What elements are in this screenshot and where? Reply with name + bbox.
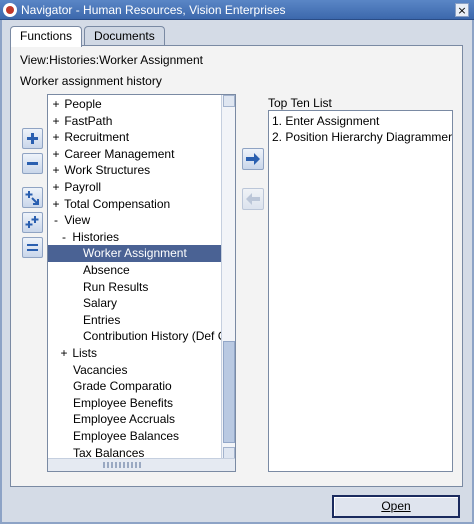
tree-item-grade-comparatio[interactable]: Grade Comparatio [48, 378, 222, 395]
oracle-app-icon [3, 2, 17, 17]
arrow-right-icon [246, 153, 260, 165]
tree-item-career-management[interactable]: + Career Management [48, 146, 222, 163]
remove-from-top-ten-button[interactable] [242, 188, 264, 210]
scroll-grip-icon[interactable] [103, 462, 143, 468]
tree-item-absence[interactable]: Absence [48, 262, 222, 279]
tree-item-people[interactable]: + People [48, 96, 222, 113]
expand-all-icon [25, 216, 39, 228]
expand-all-button[interactable] [22, 212, 43, 233]
collapse-all-icon [27, 244, 38, 251]
tree-item-employee-benefits[interactable]: Employee Benefits [48, 395, 222, 412]
top-ten-list[interactable]: 1. Enter Assignment 2. Position Hierarch… [268, 110, 453, 472]
tab-documents[interactable]: Documents [84, 26, 165, 46]
close-icon[interactable]: × [455, 3, 469, 17]
tree-item-employee-accruals[interactable]: Employee Accruals [48, 411, 222, 428]
tree-item-payroll[interactable]: + Payroll [48, 179, 222, 196]
tab-functions[interactable]: Functions [10, 26, 83, 47]
tree-vertical-scrollbar[interactable] [221, 95, 235, 459]
tree-item-contribution-history[interactable]: Contribution History (Def Con [48, 328, 222, 345]
tree-item-fastpath[interactable]: + FastPath [48, 113, 222, 130]
plus-icon [27, 133, 38, 144]
tree-item-recruitment[interactable]: + Recruitment [48, 129, 222, 146]
tree-item-entries[interactable]: Entries [48, 312, 222, 329]
top-ten-item-enter-assignment[interactable]: 1. Enter Assignment [272, 113, 379, 129]
scroll-thumb[interactable] [223, 341, 235, 443]
collapse-button[interactable] [22, 153, 43, 174]
tree-item-employee-balances[interactable]: Employee Balances [48, 428, 222, 445]
tree-item-work-structures[interactable]: + Work Structures [48, 162, 222, 179]
expand-button[interactable] [22, 128, 43, 149]
tree-horizontal-scrollbar[interactable] [48, 458, 235, 471]
open-button[interactable]: Open [332, 495, 460, 518]
title-bar: Navigator - Human Resources, Vision Ente… [0, 0, 474, 20]
tree-item-salary[interactable]: Salary [48, 295, 222, 312]
tree-list: + People + FastPath + Recruitment + Care… [48, 95, 222, 459]
view-path-label: View:Histories:Worker Assignment [20, 53, 203, 67]
tree-item-tax-balances[interactable]: Tax Balances [48, 445, 222, 459]
function-tree[interactable]: + People + FastPath + Recruitment + Care… [47, 94, 236, 472]
expand-branch-icon [25, 191, 39, 205]
tree-item-vacancies[interactable]: Vacancies [48, 362, 222, 379]
top-ten-label: Top Ten List [268, 96, 332, 110]
add-to-top-ten-button[interactable] [242, 148, 264, 170]
expand-branch-button[interactable] [22, 187, 43, 208]
tree-item-histories[interactable]: - Histories [48, 229, 222, 246]
tab-strip: Functions Documents [10, 26, 167, 47]
scroll-up-icon[interactable] [223, 95, 235, 107]
window-title: Navigator - Human Resources, Vision Ente… [21, 2, 286, 17]
minus-icon [27, 162, 38, 165]
open-button-label: Open [381, 499, 411, 513]
top-ten-item-position-hierarchy[interactable]: 2. Position Hierarchy Diagrammer [272, 129, 452, 145]
arrow-left-icon [246, 193, 260, 205]
tree-item-view[interactable]: - View [48, 212, 222, 229]
tree-item-total-compensation[interactable]: + Total Compensation [48, 196, 222, 213]
tree-item-run-results[interactable]: Run Results [48, 279, 222, 296]
tree-item-worker-assignment[interactable]: Worker Assignment [48, 245, 222, 262]
collapse-all-button[interactable] [22, 237, 43, 258]
tree-item-lists[interactable]: + Lists [48, 345, 222, 362]
history-label: Worker assignment history [20, 74, 162, 88]
